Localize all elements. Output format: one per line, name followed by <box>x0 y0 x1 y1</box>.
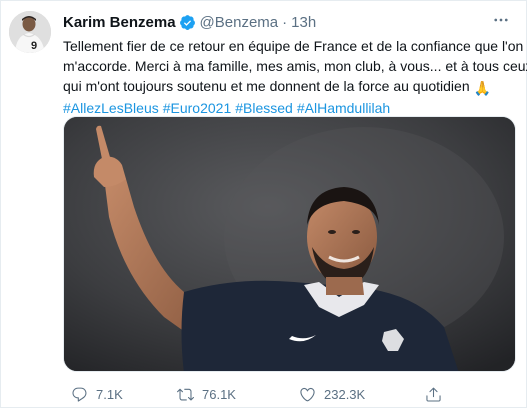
author-name[interactable]: Karim Benzema <box>63 14 176 31</box>
tweet-actions: 7.1K 76.1K 232.3K <box>63 384 516 404</box>
tweet-photo[interactable] <box>63 116 516 372</box>
author-handle[interactable]: @Benzema <box>200 14 279 31</box>
share-icon <box>426 387 441 402</box>
heart-icon <box>300 387 315 401</box>
avatar-photo: 9 <box>9 11 51 53</box>
hashtag-link[interactable]: #AlHamdullilah <box>297 100 390 116</box>
tweet-text-fragment: qui m'ont toujours soutenu et me donnent… <box>63 78 470 94</box>
tweet-text-line: m'accorde. Merci à ma famille, mes amis,… <box>63 58 527 74</box>
avatar[interactable]: 9 <box>9 11 51 53</box>
like-button[interactable]: 232.3K <box>299 384 365 404</box>
player-celebration-image <box>64 117 515 371</box>
reply-count: 7.1K <box>96 386 123 402</box>
tweet-text: Tellement fier de ce retour en équipe de… <box>63 36 527 118</box>
praying-hands-emoji: 🙏 <box>473 80 492 96</box>
tweet-card[interactable]: 9 Karim Benzema @Benzema · 13h Tellement… <box>0 0 527 408</box>
hashtag-link[interactable]: #Blessed <box>235 100 293 116</box>
reply-button[interactable]: 7.1K <box>71 384 123 404</box>
tweet-header: Karim Benzema @Benzema · 13h <box>63 12 316 32</box>
share-button[interactable] <box>425 384 450 404</box>
hashtag-link[interactable]: #Euro2021 <box>163 100 232 116</box>
separator-dot: · <box>282 13 288 31</box>
retweet-button[interactable]: 76.1K <box>177 384 236 404</box>
more-options-icon[interactable] <box>490 10 512 30</box>
retweet-icon <box>177 388 194 400</box>
hashtags: #AllezLesBleus #Euro2021 #Blessed #AlHamdul… <box>63 98 519 118</box>
retweet-count: 76.1K <box>202 386 236 402</box>
like-count: 232.3K <box>324 386 366 402</box>
tweet-text-line: Tellement fier de ce retour en équipe de… <box>63 38 524 54</box>
svg-text:9: 9 <box>31 40 37 52</box>
timestamp[interactable]: 13h <box>291 14 316 31</box>
verified-badge-icon <box>179 14 196 31</box>
reply-icon <box>72 387 87 402</box>
tweet-text-line: qui m'ont toujours soutenu et me donnent… <box>63 76 519 98</box>
hashtag-link[interactable]: #AllezLesBleus <box>63 100 159 116</box>
